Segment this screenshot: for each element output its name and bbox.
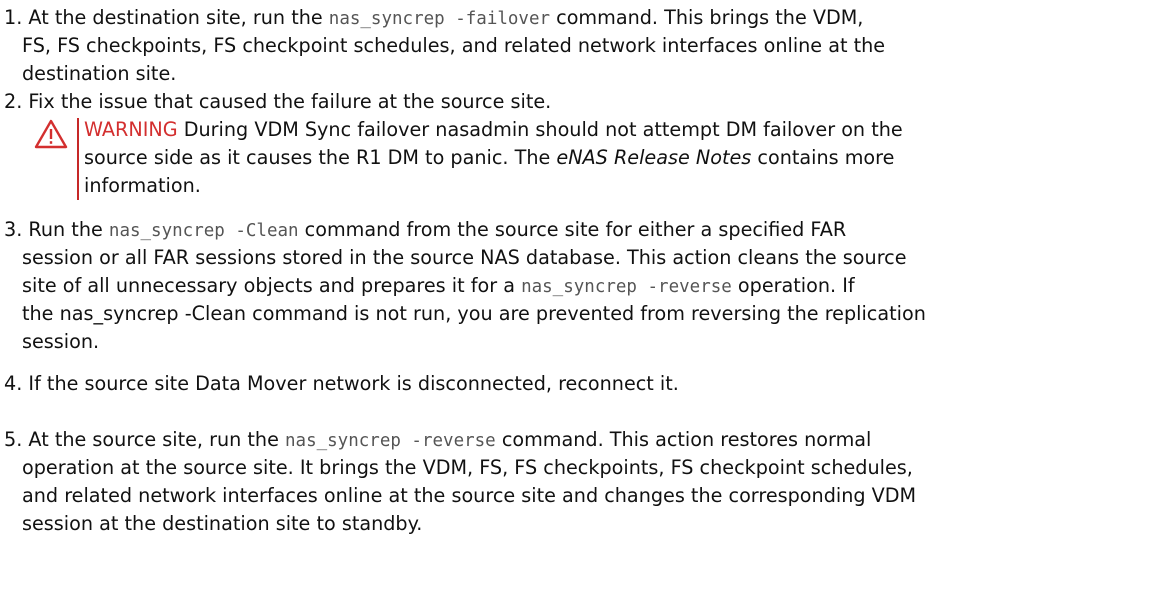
warning-line-3: information. bbox=[84, 174, 201, 197]
step-5-line-2: operation at the source site. It brings … bbox=[22, 456, 913, 479]
warning-triangle-icon bbox=[34, 119, 68, 149]
step-number: 5. bbox=[4, 428, 23, 451]
procedure-document: 1. At the destination site, run the nas_… bbox=[0, 0, 1149, 614]
step-2: 2. Fix the issue that caused the failure… bbox=[4, 88, 1134, 116]
step-4: 4. If the source site Data Mover network… bbox=[4, 370, 1134, 398]
step-5: 5. At the source site, run the nas_syncr… bbox=[4, 426, 1134, 538]
release-notes-title: eNAS Release Notes bbox=[556, 146, 752, 169]
step-1-line-2: FS, FS checkpoints, FS checkpoint schedu… bbox=[22, 34, 886, 57]
step-number: 1. bbox=[4, 6, 23, 29]
command-code: nas_syncrep -Clean bbox=[108, 221, 299, 241]
warning-line-1: WARNING During VDM Sync failover nasadmi… bbox=[84, 118, 903, 141]
step-4-line-1: 4. If the source site Data Mover network… bbox=[4, 370, 1134, 398]
step-2-line-1: 2. Fix the issue that caused the failure… bbox=[4, 88, 1134, 116]
step-number: 4. bbox=[4, 372, 23, 395]
step-1-line-1: 1. At the destination site, run the nas_… bbox=[4, 4, 1134, 32]
command-code: nas_syncrep -reverse bbox=[521, 277, 732, 297]
step-5-line-1: 5. At the source site, run the nas_syncr… bbox=[4, 426, 1134, 454]
step-number: 2. bbox=[4, 90, 23, 113]
step-3-line-1: 3. Run the nas_syncrep -Clean command fr… bbox=[4, 216, 1134, 244]
warning-callout: WARNING During VDM Sync failover nasadmi… bbox=[34, 116, 1134, 201]
step-3-line-3: site of all unnecessary objects and prep… bbox=[22, 274, 855, 297]
step-3-line-4: the nas_syncrep -Clean command is not ru… bbox=[22, 302, 926, 325]
warning-line-2: source side as it causes the R1 DM to pa… bbox=[84, 146, 895, 169]
command-code: nas_syncrep -failover bbox=[328, 9, 551, 29]
step-5-line-3: and related network interfaces online at… bbox=[22, 484, 917, 507]
warning-text: WARNING During VDM Sync failover nasadmi… bbox=[84, 116, 903, 200]
step-3: 3. Run the nas_syncrep -Clean command fr… bbox=[4, 216, 1134, 356]
step-3-line-5: session. bbox=[22, 330, 100, 353]
step-5-line-4: session at the destination site to stand… bbox=[22, 512, 423, 535]
step-number: 3. bbox=[4, 218, 23, 241]
command-code: nas_syncrep -reverse bbox=[285, 431, 496, 451]
step-1: 1. At the destination site, run the nas_… bbox=[4, 4, 1134, 88]
warning-divider bbox=[77, 118, 79, 200]
step-3-line-2: session or all FAR sessions stored in th… bbox=[22, 246, 907, 269]
step-1-line-3: destination site. bbox=[22, 62, 177, 85]
warning-label: WARNING bbox=[84, 118, 178, 141]
